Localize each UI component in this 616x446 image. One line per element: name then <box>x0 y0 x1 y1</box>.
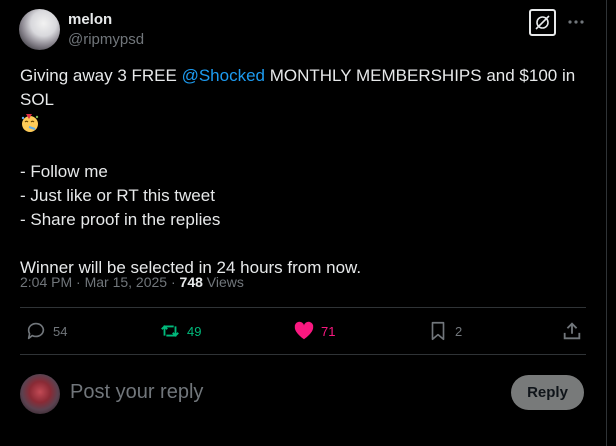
repost-action[interactable]: 49 <box>159 320 201 342</box>
share-icon <box>563 322 581 340</box>
author-name[interactable]: melon <box>68 11 112 28</box>
right-border <box>606 0 607 446</box>
like-count: 71 <box>321 323 336 339</box>
repost-icon <box>161 325 179 337</box>
divider <box>20 307 586 308</box>
party-emoji <box>21 114 39 132</box>
heart-icon <box>294 321 314 340</box>
rule-proof: - Share proof in the replies <box>20 210 221 229</box>
view-count: 748 <box>179 274 203 290</box>
like-action[interactable]: 71 <box>293 320 335 342</box>
author-avatar[interactable] <box>19 9 60 50</box>
divider <box>20 354 586 355</box>
bookmark-icon <box>431 321 445 341</box>
bookmark-action[interactable]: 2 <box>427 320 462 342</box>
bookmark-count: 2 <box>455 323 463 339</box>
reply-action[interactable]: 54 <box>25 320 67 342</box>
repost-count: 49 <box>187 323 202 339</box>
more-icon[interactable] <box>566 12 586 32</box>
user-avatar[interactable] <box>20 374 60 414</box>
reply-input[interactable] <box>70 381 450 404</box>
rule-like: - Just like or RT this tweet <box>20 186 215 205</box>
reply-count: 54 <box>53 323 68 339</box>
author-handle[interactable]: @ripmypsd <box>68 31 144 48</box>
share-action[interactable] <box>561 320 583 342</box>
reply-button[interactable]: Reply <box>511 375 584 410</box>
rule-follow: - Follow me <box>20 162 108 181</box>
timestamp[interactable]: 2:04 PM · Mar 15, 2025 · <box>20 274 180 290</box>
grok-icon <box>535 15 550 30</box>
reply-icon <box>27 322 45 340</box>
mention-link[interactable]: @Shocked <box>182 66 265 85</box>
tweet-text: Giving away 3 FREE @Shocked MONTHLY MEMB… <box>20 64 600 280</box>
grok-button[interactable] <box>529 9 556 36</box>
views-label: Views <box>202 274 244 290</box>
tweet-meta: 2:04 PM · Mar 15, 2025 · 748 Views <box>20 274 244 290</box>
tweet-text-part: Giving away 3 FREE <box>20 66 182 85</box>
